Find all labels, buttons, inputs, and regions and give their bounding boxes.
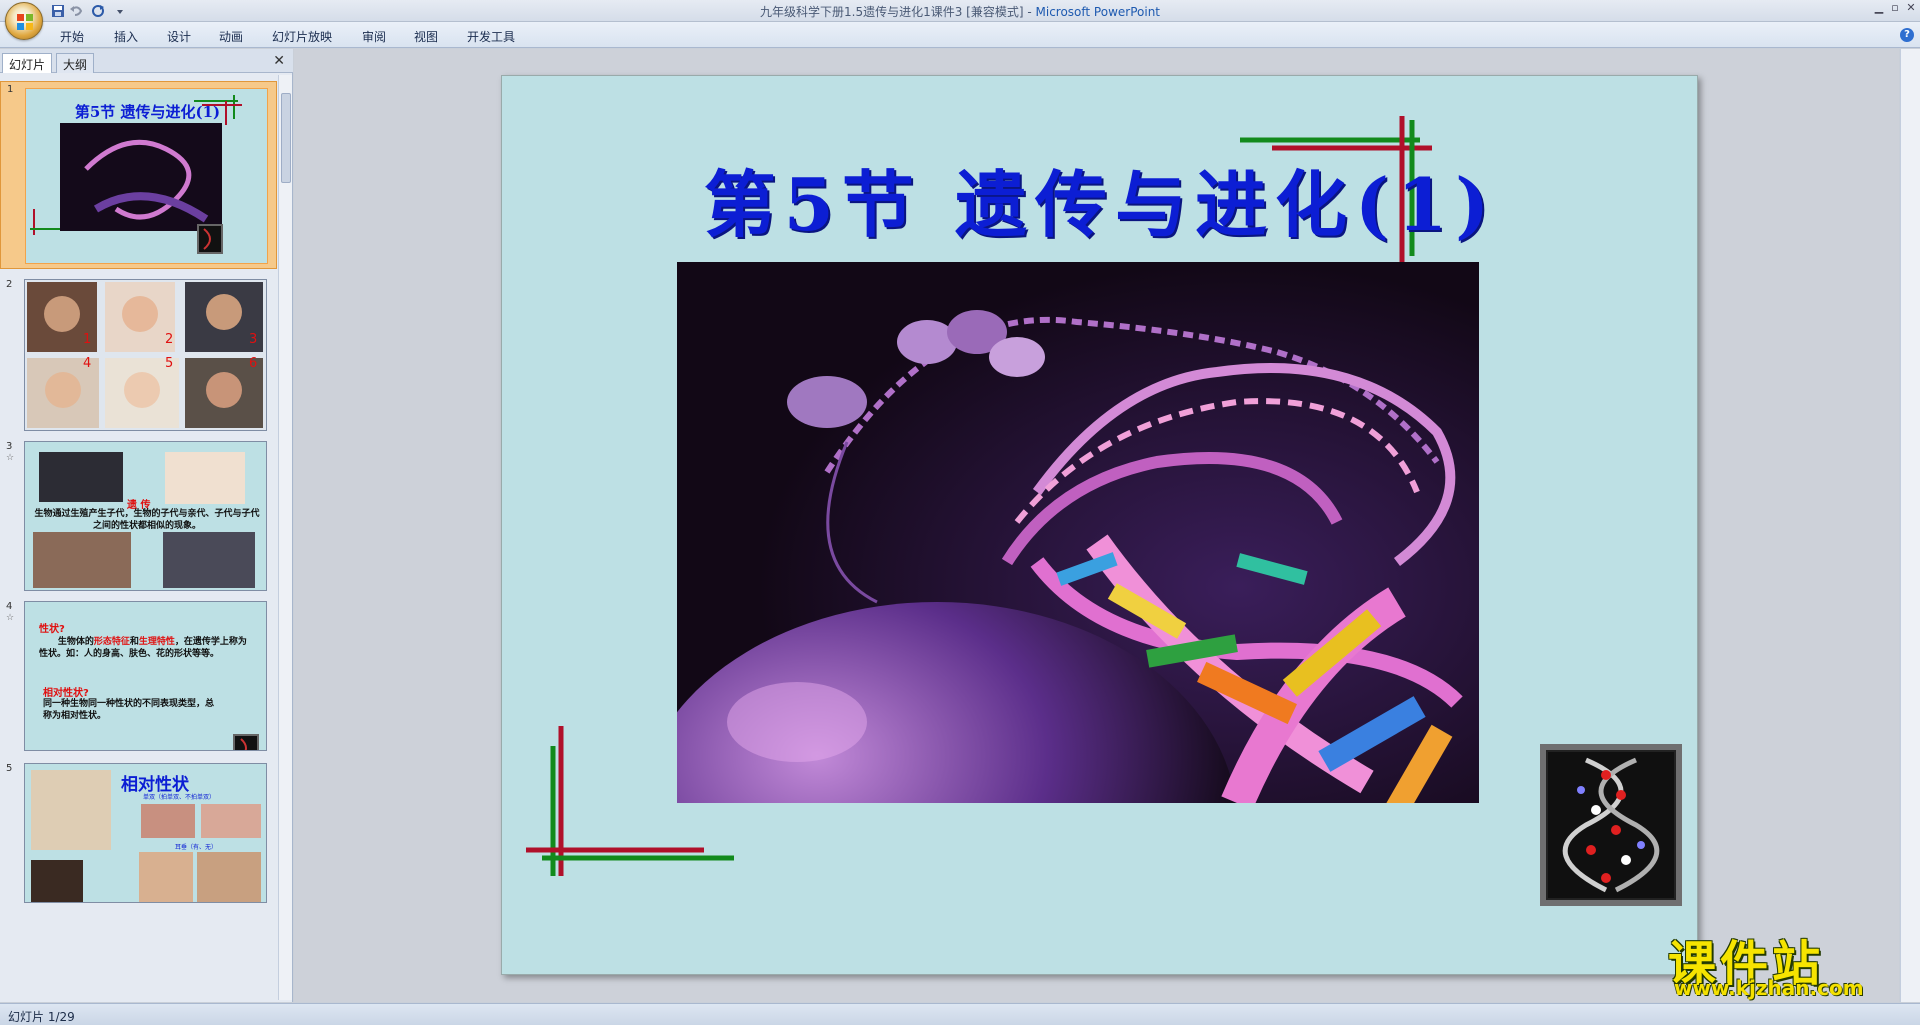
thumbnail-preview: 相对性状 单双（拍单双、不拍单双） 耳垂（有、无） (24, 763, 267, 903)
text-run: 和 (129, 637, 139, 647)
pane-tabs: 幻灯片 大纲 ✕ (0, 49, 293, 73)
thumbnail-list: 1 第5节 遗传与进化(1) 2 1 2 3 4 5 6 3 ☆ 遗 传 生物通… (0, 75, 277, 1000)
slide-number: 3 (6, 441, 13, 452)
dna-helix-icon (677, 262, 1479, 803)
thumbnail-preview: 性状? 生物体的形态特征和生理特性，在遗传学上称为性状。如：人的身高、肤色、花的… (24, 601, 267, 751)
face-label-5: 5 (165, 356, 174, 371)
app-name: Microsoft PowerPoint (1035, 5, 1161, 19)
slide-1[interactable]: 第5节 遗传与进化(1) (501, 75, 1698, 975)
text-run: 生物体的 (57, 637, 94, 647)
slide-editing-area: 第5节 遗传与进化(1) (294, 49, 1899, 1002)
face-label-3: 3 (249, 332, 258, 347)
slide-title[interactable]: 第5节 遗传与进化(1) (502, 146, 1699, 251)
face-label-2: 2 (165, 332, 174, 347)
dna-mini-icon (233, 734, 259, 750)
slide-thumbnail-5[interactable]: 5 相对性状 单双（拍单双、不拍单双） 耳垂（有、无） (0, 761, 277, 903)
dna-helix-image[interactable] (677, 262, 1479, 803)
tab-slideshow[interactable]: 幻灯片放映 (272, 28, 332, 45)
tab-developer[interactable]: 开发工具 (467, 28, 515, 45)
watermark-url: www.kjzhan.com (1674, 976, 1864, 1000)
thumb-sub-1: 单双（拍单双、不拍单双） (143, 794, 216, 801)
face-label-6: 6 (249, 356, 258, 371)
site-watermark: 课件站 www.kjzhan.com (1668, 924, 1900, 1002)
document-name: 九年级科学下册1.5遗传与进化1课件3 [兼容模式] - (760, 5, 1036, 19)
text-run-highlight: 形态特征 (93, 637, 130, 647)
thumbnail-preview: 1 2 3 4 5 6 (24, 279, 267, 431)
tab-slides[interactable]: 幻灯片 (2, 53, 53, 73)
slide-thumbnail-4[interactable]: 4 ☆ 性状? 生物体的形态特征和生理特性，在遗传学上称为性状。如：人的身高、肤… (0, 599, 277, 761)
thumbnail-scrollbar[interactable] (278, 75, 292, 1000)
ribbon-tabs: 开始 插入 设计 动画 幻灯片放映 审阅 视图 开发工具 ? (0, 22, 1920, 48)
tab-insert[interactable]: 插入 (114, 28, 138, 45)
slide-thumbnail-3[interactable]: 3 ☆ 遗 传 生物通过生殖产生子代，生物的子代与亲代、子代与子代之间的性状都相… (0, 439, 277, 601)
tab-outline[interactable]: 大纲 (56, 53, 95, 73)
close-button[interactable]: ✕ (1902, 1, 1920, 17)
thumbnail-preview: 第5节 遗传与进化(1) (25, 88, 268, 264)
slide-scrollbar[interactable] (1900, 49, 1920, 1002)
text-run-highlight: 生理特性 (138, 637, 175, 647)
animation-star-icon: ☆ (6, 453, 15, 463)
office-logo-icon (17, 14, 33, 30)
animation-star-icon: ☆ (6, 613, 15, 623)
face-label-1: 1 (83, 332, 92, 347)
dna-molecule-image[interactable] (1540, 744, 1682, 906)
document-title: 九年级科学下册1.5遗传与进化1课件3 [兼容模式] - Microsoft P… (0, 3, 1920, 20)
slide-number: 4 (6, 601, 13, 612)
title-bar: 九年级科学下册1.5遗传与进化1课件3 [兼容模式] - Microsoft P… (0, 0, 1920, 40)
slide-number: 1 (7, 84, 14, 95)
tab-animations[interactable]: 动画 (219, 28, 243, 45)
help-icon[interactable]: ? (1900, 28, 1914, 42)
face-label-4: 4 (83, 356, 92, 371)
tab-home[interactable]: 开始 (60, 28, 84, 45)
thumb-sub-2: 耳垂（有、无） (175, 844, 218, 851)
close-pane-icon[interactable]: ✕ (273, 53, 285, 69)
tab-view[interactable]: 视图 (414, 28, 438, 45)
thumbnail-preview: 遗 传 生物通过生殖产生子代，生物的子代与亲代、子代与子代之间的性状都相似的现象… (24, 441, 267, 591)
slide-thumbnail-1[interactable]: 1 第5节 遗传与进化(1) (0, 81, 277, 269)
slide-number: 5 (6, 763, 13, 774)
slide-thumbnail-2[interactable]: 2 1 2 3 4 5 6 (0, 277, 277, 439)
thumb-question-1: 性状? (39, 624, 65, 635)
slide-counter: 幻灯片 1/29 (8, 1010, 75, 1024)
tab-design[interactable]: 设计 (167, 28, 191, 45)
thumb-graphics (30, 95, 242, 254)
office-button[interactable] (5, 2, 43, 40)
slides-pane: 幻灯片 大纲 ✕ 1 第5节 遗传与进化(1) 2 1 2 3 4 5 6 3 … (0, 49, 293, 1002)
thumb-paragraph-1: 生物体的形态特征和生理特性，在遗传学上称为性状。如：人的身高、肤色、花的形状等等… (39, 636, 251, 660)
tab-review[interactable]: 审阅 (362, 28, 386, 45)
slide-number: 2 (6, 279, 13, 290)
thumb-paragraph-2: 同一种生物同一种性状的不同表现类型，总称为相对性状。 (43, 699, 215, 721)
scrollbar-thumb[interactable] (281, 93, 291, 183)
dna-molecule-icon (1562, 757, 1660, 893)
thumb-question-2: 相对性状? (43, 688, 89, 699)
thumb-body-text: 生物通过生殖产生子代，生物的子代与亲代、子代与子代之间的性状都相似的现象。 (34, 509, 260, 531)
status-bar: 幻灯片 1/29 (0, 1003, 1920, 1025)
faces-grid-graphic (27, 282, 263, 428)
